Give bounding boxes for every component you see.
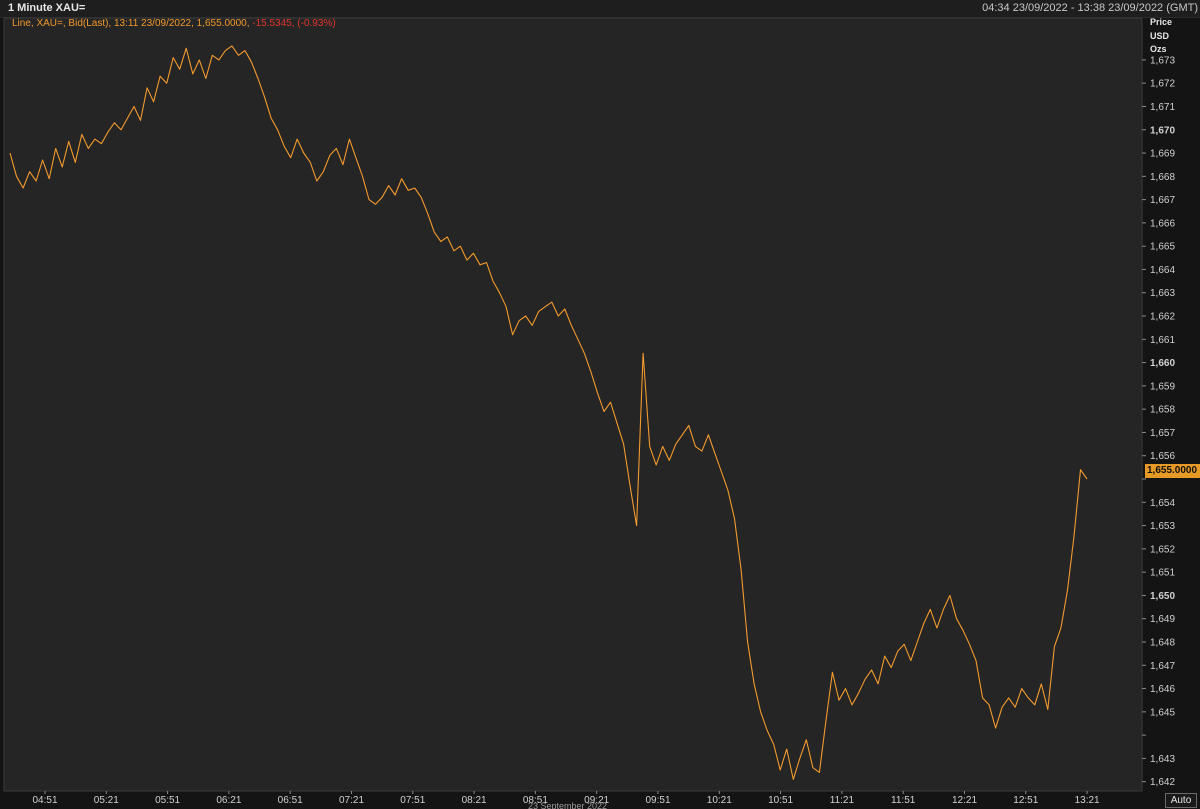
- x-tick-label: 10:51: [768, 795, 793, 806]
- y-tick-label: 1,659: [1150, 381, 1175, 392]
- y-axis: 1,642 1,643 1,645 1,646 1,647 1,648 1,649 1,650…: [1142, 55, 1175, 788]
- axis-title-price: Price: [1150, 17, 1173, 27]
- x-tick-label: 07:51: [400, 795, 425, 806]
- y-tick-label: 1,653: [1150, 521, 1175, 532]
- y-tick-label: 1,654: [1150, 498, 1175, 509]
- x-tick-label: 11:51: [891, 795, 916, 806]
- price-chart[interactable]: 1,642 1,643 1,645 1,646 1,647 1,648 1,649 1,650…: [0, 0, 1200, 809]
- x-tick-label: 06:51: [278, 795, 303, 806]
- y-tick-label: 1,658: [1150, 405, 1175, 416]
- y-tick-label: 1,657: [1150, 428, 1175, 439]
- y-tick-label: 1,667: [1150, 195, 1175, 206]
- y-tick-label: 1,651: [1150, 568, 1175, 579]
- y-tick-label: 1,666: [1150, 218, 1175, 229]
- legend-series-text: Line, XAU=, Bid(Last), 13:11 23/09/2022,…: [12, 18, 253, 29]
- y-tick-label: 1,669: [1150, 149, 1175, 160]
- y-tick-label: 1,649: [1150, 614, 1175, 625]
- y-tick-label: 1,660: [1150, 358, 1175, 369]
- y-tick-label: 1,645: [1150, 707, 1175, 718]
- axis-title-unit: Ozs: [1150, 44, 1167, 54]
- x-tick-label: 12:21: [952, 795, 977, 806]
- plot-area: [3, 17, 1143, 792]
- x-tick-label: 06:21: [216, 795, 241, 806]
- y-tick-label: 1,656: [1150, 451, 1175, 462]
- x-tick-label: 08:21: [462, 795, 487, 806]
- y-tick-label: 1,646: [1150, 684, 1175, 695]
- x-tick-label: 12:51: [1013, 795, 1038, 806]
- x-tick-label: 05:51: [155, 795, 180, 806]
- x-tick-label: 09:51: [645, 795, 670, 806]
- x-tick-label: 05:21: [94, 795, 119, 806]
- axis-title-currency: USD: [1150, 31, 1170, 41]
- y-tick-label: 1,668: [1150, 172, 1175, 183]
- y-tick-label: 1,664: [1150, 265, 1175, 276]
- last-price-marker: 1,655.0000: [1145, 464, 1200, 478]
- y-tick-label: 1,647: [1150, 661, 1175, 672]
- x-tick-label: 07:21: [339, 795, 364, 806]
- x-axis-date-label: 23 September 2022: [528, 802, 608, 809]
- x-tick-label: 11:21: [830, 795, 855, 806]
- y-tick-label: 1,648: [1150, 637, 1175, 648]
- y-tick-label: 1,671: [1150, 102, 1175, 113]
- x-tick-label: 04:51: [32, 795, 57, 806]
- y-tick-label: 1,665: [1150, 242, 1175, 253]
- y-tick-label: 1,650: [1150, 591, 1175, 602]
- y-tick-label: 1,672: [1150, 79, 1175, 90]
- legend-change-text: -15.5345, (-0.93%): [252, 18, 336, 29]
- y-tick-label: 1,662: [1150, 312, 1175, 323]
- y-tick-label: 1,652: [1150, 544, 1175, 555]
- y-tick-label: 1,661: [1150, 335, 1175, 346]
- auto-scale-button[interactable]: Auto: [1165, 793, 1197, 808]
- y-tick-label: 1,663: [1150, 288, 1175, 299]
- y-tick-label: 1,642: [1150, 777, 1175, 788]
- series-legend[interactable]: Line, XAU=, Bid(Last), 13:11 23/09/2022,…: [12, 18, 336, 30]
- x-tick-label: 10:21: [707, 795, 732, 806]
- y-tick-label: 1,670: [1150, 125, 1175, 136]
- y-tick-label: 1,673: [1150, 55, 1175, 66]
- x-tick-label: 13:21: [1075, 795, 1100, 806]
- y-tick-label: 1,643: [1150, 754, 1175, 765]
